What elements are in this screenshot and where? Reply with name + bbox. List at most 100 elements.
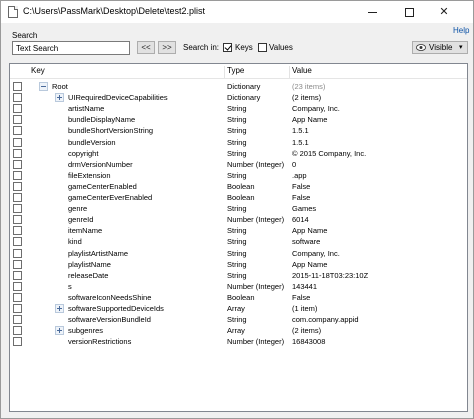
maximize-button[interactable] xyxy=(394,1,424,23)
tree-row[interactable]: releaseDate String 2015-11-18T03:23:10Z xyxy=(10,270,467,281)
row-value: App Name xyxy=(292,259,328,269)
tree-row[interactable]: artistName String Company, Inc. xyxy=(10,103,467,114)
row-value: 0 xyxy=(292,159,297,169)
plist-tree-view[interactable]: Key Type Value Root Dictionary (23 items) U… xyxy=(9,63,468,412)
previous-match-button[interactable]: << xyxy=(137,41,155,54)
row-value: (2 items) xyxy=(292,326,322,336)
close-icon: ✕ xyxy=(439,5,449,18)
row-checkbox[interactable] xyxy=(13,281,22,291)
tree-row[interactable]: Root Dictionary (23 items) xyxy=(10,81,467,92)
tree-row[interactable]: kind String software xyxy=(10,236,467,247)
tree-row[interactable]: genreId Number (Integer) 6014 xyxy=(10,214,467,225)
row-value: False xyxy=(292,193,311,202)
search-in-label: Search in: xyxy=(183,43,220,52)
next-match-button[interactable]: >> xyxy=(158,41,176,54)
tree-row[interactable]: gameCenterEnabled Boolean False xyxy=(10,181,467,192)
row-key: softwareIconNeedsShine xyxy=(68,292,152,302)
header-divider xyxy=(10,78,467,79)
tree-row[interactable]: gameCenterEverEnabled Boolean False xyxy=(10,192,467,203)
row-checkbox[interactable] xyxy=(13,304,22,313)
row-type: String xyxy=(227,137,247,147)
row-checkbox[interactable] xyxy=(13,237,22,247)
keys-checkbox-label[interactable]: Keys xyxy=(235,43,253,52)
tree-row[interactable]: fileExtension String .app xyxy=(10,170,467,181)
row-checkbox[interactable] xyxy=(13,292,22,302)
row-key: genre xyxy=(68,204,88,214)
row-checkbox[interactable] xyxy=(13,270,22,280)
title-bar[interactable]: C:\Users\PassMark\Desktop\Delete\test2.p… xyxy=(1,1,473,23)
eye-icon xyxy=(416,44,426,51)
keys-checkbox[interactable] xyxy=(223,43,232,52)
row-key: drmVersionNumber xyxy=(68,159,133,169)
tree-row[interactable]: drmVersionNumber Number (Integer) 0 xyxy=(10,159,467,170)
expand-icon[interactable] xyxy=(55,326,64,336)
row-checkbox[interactable] xyxy=(13,215,22,225)
row-checkbox[interactable] xyxy=(13,82,22,91)
tree-row[interactable]: itemName String App Name xyxy=(10,225,467,236)
tree-row[interactable]: versionRestrictions Number (Integer) 16843… xyxy=(10,336,467,347)
row-value: 1.5.1 xyxy=(292,137,309,147)
tree-row[interactable]: UIRequiredDeviceCapabilities Dictionary (2… xyxy=(10,92,467,103)
tree-row[interactable]: bundleDisplayName String App Name xyxy=(10,114,467,125)
row-key: releaseDate xyxy=(68,270,109,280)
tree-row[interactable]: playlistName String App Name xyxy=(10,259,467,270)
values-checkbox[interactable] xyxy=(258,43,267,52)
row-value: .app xyxy=(292,170,307,180)
row-checkbox[interactable] xyxy=(13,315,22,325)
search-input[interactable] xyxy=(12,41,130,55)
expand-icon[interactable] xyxy=(55,304,64,313)
tree-row[interactable]: s Number (Integer) 143441 xyxy=(10,281,467,292)
row-checkbox[interactable] xyxy=(13,148,22,158)
close-button[interactable]: ✕ xyxy=(429,1,459,23)
row-key: artistName xyxy=(68,104,105,114)
visible-dropdown-button[interactable]: Visible ▾ xyxy=(412,41,468,54)
row-value: 16843008 xyxy=(292,337,326,347)
tree-row[interactable]: subgenres Array (2 items) xyxy=(10,325,467,336)
tree-row[interactable]: softwareIconNeedsShine Boolean False xyxy=(10,292,467,303)
row-type: Number (Integer) xyxy=(227,215,285,225)
row-checkbox[interactable] xyxy=(13,326,22,336)
row-checkbox[interactable] xyxy=(13,170,22,180)
minimize-button[interactable] xyxy=(357,1,387,23)
row-key: s xyxy=(68,281,72,291)
column-divider[interactable] xyxy=(289,66,290,78)
row-key: kind xyxy=(68,237,82,247)
row-key: gameCenterEverEnabled xyxy=(68,193,153,202)
row-checkbox[interactable] xyxy=(13,204,22,214)
collapse-icon[interactable] xyxy=(39,82,48,91)
column-divider[interactable] xyxy=(224,66,225,78)
tree-row[interactable]: genre String Games xyxy=(10,203,467,214)
help-link[interactable]: Help xyxy=(453,26,469,35)
tree-row[interactable]: softwareSupportedDeviceIds Array (1 item) xyxy=(10,303,467,314)
row-type: String xyxy=(227,226,247,236)
row-checkbox[interactable] xyxy=(13,93,22,103)
row-checkbox[interactable] xyxy=(13,337,22,347)
row-value: 2015-11-18T03:23:10Z xyxy=(292,270,369,280)
row-checkbox[interactable] xyxy=(13,193,22,202)
expand-icon[interactable] xyxy=(55,93,64,103)
row-checkbox[interactable] xyxy=(13,126,22,136)
row-checkbox[interactable] xyxy=(13,181,22,191)
row-checkbox[interactable] xyxy=(13,104,22,114)
row-key: playlistName xyxy=(68,259,111,269)
plist-viewer-window: C:\Users\PassMark\Desktop\Delete\test2.p… xyxy=(0,0,474,419)
row-checkbox[interactable] xyxy=(13,115,22,125)
row-key: gameCenterEnabled xyxy=(68,181,137,191)
row-checkbox[interactable] xyxy=(13,259,22,269)
tree-row[interactable]: bundleShortVersionString String 1.5.1 xyxy=(10,125,467,136)
row-checkbox[interactable] xyxy=(13,226,22,236)
values-checkbox-label[interactable]: Values xyxy=(269,43,293,52)
row-type: Array xyxy=(227,326,245,336)
tree-row[interactable]: copyright String © 2015 Company, Inc. xyxy=(10,148,467,159)
row-value: 1.5.1 xyxy=(292,126,309,136)
row-checkbox[interactable] xyxy=(13,248,22,258)
tree-row[interactable]: bundleVersion String 1.5.1 xyxy=(10,137,467,148)
tree-row[interactable]: softwareVersionBundleId String com.company… xyxy=(10,314,467,325)
row-checkbox[interactable] xyxy=(13,137,22,147)
window-title: C:\Users\PassMark\Desktop\Delete\test2.p… xyxy=(23,6,206,16)
row-checkbox[interactable] xyxy=(13,159,22,169)
row-key: copyright xyxy=(68,148,99,158)
tree-row[interactable]: playlistArtistName String Company, Inc. xyxy=(10,248,467,259)
row-type: Number (Integer) xyxy=(227,281,285,291)
row-type: String xyxy=(227,248,247,258)
